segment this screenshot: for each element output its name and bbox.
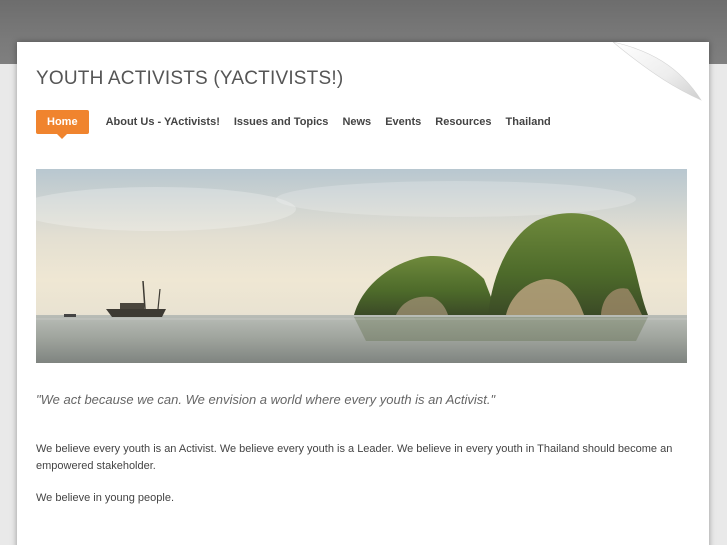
nav-news[interactable]: News: [342, 116, 371, 128]
mission-quote: "We act because we can. We envision a wo…: [36, 392, 496, 407]
page-curl-decoration: [609, 42, 709, 106]
mission-paragraph: We believe every youth is an Activist. W…: [36, 443, 673, 472]
nav-issues-and-topics[interactable]: Issues and Topics: [234, 116, 329, 128]
page-container: YOUTH ACTIVISTS (YACTIVISTS!) Home About…: [17, 42, 709, 545]
nav-resources[interactable]: Resources: [435, 116, 491, 128]
nav-events[interactable]: Events: [385, 116, 421, 128]
belief-paragraph: We believe in young people.: [36, 492, 175, 504]
banner-image: [36, 169, 687, 363]
nav-home[interactable]: Home: [36, 110, 89, 139]
nav-about-us[interactable]: About Us - YActivists!: [106, 116, 220, 128]
nav-thailand[interactable]: Thailand: [506, 116, 551, 128]
site-title[interactable]: YOUTH ACTIVISTS (YACTIVISTS!): [36, 68, 343, 90]
main-navigation: Home About Us - YActivists! Issues and T…: [36, 110, 565, 139]
